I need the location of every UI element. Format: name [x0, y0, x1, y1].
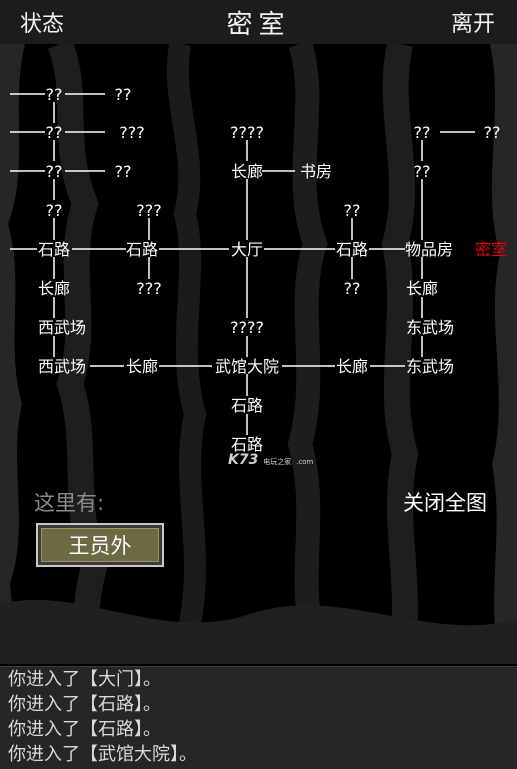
map-room-unknown-1[interactable]: ?? [46, 85, 63, 104]
map-room-corridor-north[interactable]: 长廊 [231, 162, 263, 181]
map-room-secret-room[interactable]: 密室 [475, 240, 507, 259]
map-room-unknown-9[interactable]: ?? [115, 162, 132, 181]
map-room-west-arena-2[interactable]: 西武场 [38, 357, 86, 376]
map-room-courtyard[interactable]: 武馆大院 [215, 357, 279, 376]
log-line: 你进入了【石路】。 [8, 694, 161, 715]
map-room-corridor-east[interactable]: 长廊 [406, 279, 438, 298]
here-label: 这里有: [34, 491, 105, 515]
map-room-unknown-15[interactable]: ?? [344, 279, 361, 298]
map-room-storeroom[interactable]: 物品房 [405, 240, 453, 259]
map-room-unknown-16[interactable]: ???? [230, 318, 264, 337]
watermark-domain: .com [296, 458, 314, 466]
map-room-stone-path-3[interactable]: 石路 [336, 240, 368, 259]
map-room-unknown-11[interactable]: ?? [46, 201, 63, 220]
log-line: 你进入了【石路】。 [8, 719, 161, 740]
map-paths [10, 93, 475, 435]
map-room-unknown-14[interactable]: ??? [136, 279, 161, 298]
map-room-stone-path-4[interactable]: 石路 [231, 396, 263, 415]
map-room-unknown-12[interactable]: ??? [136, 201, 161, 220]
map-room-east-arena-1[interactable]: 东武场 [406, 318, 454, 337]
world-map: ????????????????????? 长廊 书房??????? ??石路 石路 大厅… [10, 85, 507, 454]
log-line: 你进入了【武馆大院】。 [8, 744, 197, 765]
map-room-unknown-8[interactable]: ?? [46, 162, 63, 181]
map-room-east-arena-2[interactable]: 东武场 [406, 357, 454, 376]
map-room-unknown-3[interactable]: ?? [46, 123, 63, 142]
map-room-unknown-2[interactable]: ?? [115, 85, 132, 104]
log-line: 你进入了【大门】。 [8, 669, 161, 690]
map-room-corridor-west[interactable]: 长廊 [38, 279, 70, 298]
map-room-hall[interactable]: 大厅 [231, 240, 263, 259]
close-map-button[interactable]: 关闭全图 [403, 487, 487, 517]
npc-button[interactable]: 王员外 [36, 523, 164, 567]
message-log: 你进入了【大门】。 你进入了【石路】。 你进入了【石路】。 你进入了【武馆大院】… [0, 666, 517, 769]
map-rooms: ????????????????????? 长廊 书房??????? ??石路 石路 大厅… [38, 85, 507, 454]
npc-name: 王员外 [41, 528, 159, 562]
map-room-unknown-4[interactable]: ??? [119, 123, 144, 142]
top-bar: 状态 密室 离开 [0, 0, 517, 44]
map-room-unknown-13[interactable]: ?? [344, 201, 361, 220]
leave-button[interactable]: 离开 [451, 6, 495, 38]
map-room-unknown-5[interactable]: ???? [230, 123, 264, 142]
map-room-unknown-7[interactable]: ?? [484, 123, 501, 142]
map-room-unknown-6[interactable]: ?? [414, 123, 431, 142]
map-room-stone-path-1[interactable]: 石路 [38, 240, 70, 259]
map-room-corridor-south-w[interactable]: 长廊 [126, 357, 158, 376]
map-room-stone-path-2[interactable]: 石路 [126, 240, 158, 259]
watermark-text: K73 [228, 452, 259, 468]
map-room-unknown-10[interactable]: ?? [414, 162, 431, 181]
map-room-corridor-south-e[interactable]: 长廊 [336, 357, 368, 376]
map-room-study[interactable]: 书房 [300, 162, 332, 181]
watermark-sub: 电玩之家 [263, 458, 292, 466]
map-room-west-arena-1[interactable]: 西武场 [38, 318, 86, 337]
page-title: 密室 [226, 10, 291, 40]
watermark-logo: K73 电玩之家 .com [228, 452, 313, 468]
